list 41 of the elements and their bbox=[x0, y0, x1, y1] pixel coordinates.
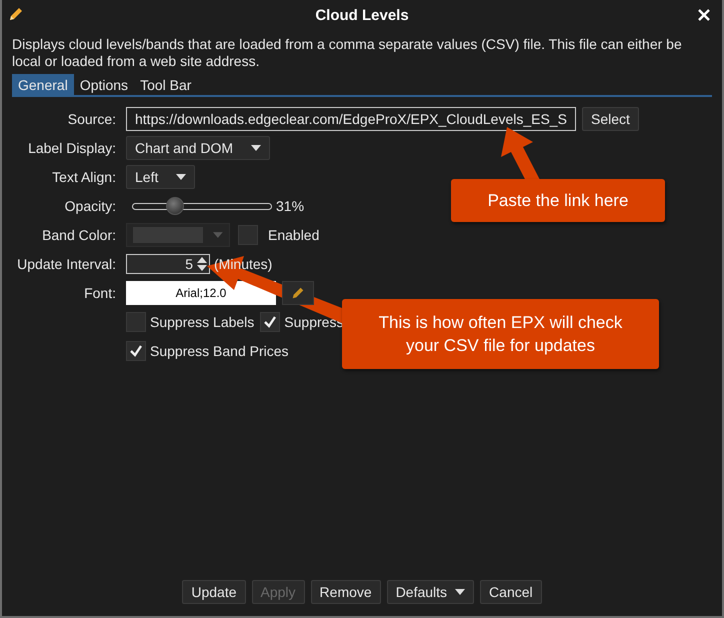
pencil-icon bbox=[291, 286, 305, 300]
field-label: Band Color: bbox=[41, 227, 116, 243]
callout: Paste the link here bbox=[451, 179, 665, 222]
edit-font-button[interactable] bbox=[282, 281, 314, 305]
checkbox[interactable] bbox=[126, 312, 146, 332]
dropdown[interactable]: Left bbox=[126, 165, 196, 189]
footer-button[interactable]: Update bbox=[182, 580, 246, 604]
field-label: Label Display: bbox=[27, 140, 116, 156]
tab[interactable]: General bbox=[12, 74, 74, 95]
checkbox[interactable] bbox=[260, 312, 280, 332]
opacity-reading: 31% bbox=[276, 198, 304, 214]
opacity-slider[interactable] bbox=[132, 196, 272, 216]
caret-icon bbox=[213, 232, 223, 238]
checkbox[interactable] bbox=[126, 341, 146, 361]
source-field[interactable]: https://downloads.edgeclear.com/EdgeProX/EPX_CloudLevels_ES_S bbox=[126, 107, 576, 131]
font-field[interactable]: Arial;12.0 bbox=[126, 281, 276, 305]
dropdown-button[interactable]: Defaults bbox=[386, 580, 474, 604]
footer-button[interactable]: Cancel bbox=[480, 580, 542, 604]
field-label: Source: bbox=[66, 111, 116, 127]
close-icon[interactable] bbox=[698, 9, 710, 21]
interval-spinner[interactable]: 5 bbox=[126, 254, 210, 274]
dropdown[interactable]: Chart and DOM bbox=[126, 136, 270, 160]
spin-arrows-icon bbox=[197, 257, 207, 271]
field-label: Font: bbox=[83, 285, 116, 301]
field-label: Text Align: bbox=[51, 169, 116, 185]
checkbox-label: Suppress Labels bbox=[150, 314, 254, 330]
checkbox-label: Suppress bbox=[284, 314, 344, 330]
window-title: Cloud Levels bbox=[315, 6, 409, 24]
caret-icon bbox=[251, 145, 262, 151]
field-label: Update Interval: bbox=[16, 256, 116, 272]
select-button[interactable]: Select bbox=[582, 107, 639, 131]
tab[interactable]: Tool Bar bbox=[134, 74, 198, 95]
footer-button[interactable]: Remove bbox=[310, 580, 381, 604]
tab[interactable]: Options bbox=[74, 74, 134, 95]
pencil-icon bbox=[8, 6, 24, 22]
caret-icon bbox=[176, 174, 186, 180]
checkbox-label: Suppress Band Prices bbox=[150, 343, 289, 359]
field-label: Opacity: bbox=[64, 198, 116, 214]
description-text: Displays cloud levels/bands that are loaded from a comma separate values (CSV) file. This file can either be local or loaded from a web site address. bbox=[12, 36, 683, 70]
callout: This is how often EPX will check your CSV file for updates bbox=[342, 299, 659, 369]
checkbox-label: Enabled bbox=[268, 227, 320, 243]
